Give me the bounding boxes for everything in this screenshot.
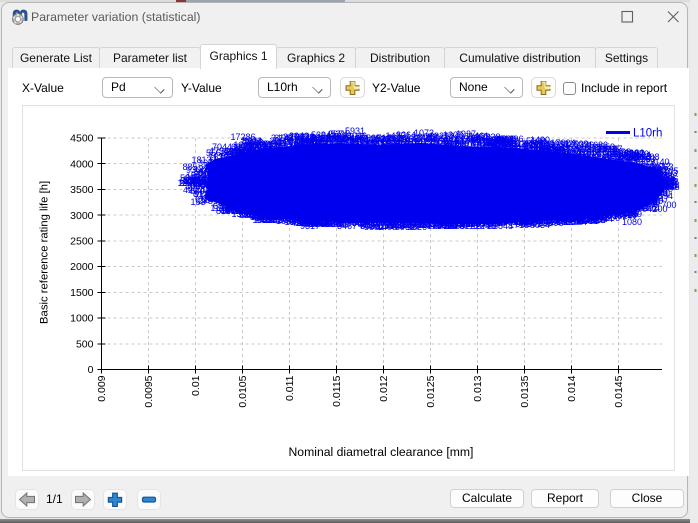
- svg-text:1764: 1764: [422, 172, 442, 182]
- svg-text:253: 253: [658, 162, 673, 172]
- svg-text:6218: 6218: [289, 209, 309, 219]
- svg-text:2100: 2100: [586, 202, 606, 212]
- svg-text:90: 90: [663, 184, 673, 194]
- svg-text:Nominal diametral clearance [m: Nominal diametral clearance [mm]: [289, 445, 474, 459]
- svg-text:0.0125: 0.0125: [425, 375, 437, 407]
- svg-text:7350: 7350: [438, 221, 458, 231]
- svg-text:9645: 9645: [482, 160, 502, 170]
- svg-text:2500: 2500: [70, 236, 94, 248]
- svg-text:1490: 1490: [530, 135, 550, 145]
- svg-text:9790: 9790: [546, 191, 566, 201]
- svg-text:0.0095: 0.0095: [143, 375, 155, 407]
- svg-text:10087: 10087: [252, 193, 277, 203]
- svg-text:0.011: 0.011: [284, 375, 296, 401]
- svg-text:0: 0: [88, 364, 94, 376]
- svg-text:0.01: 0.01: [190, 375, 202, 396]
- svg-text:2850: 2850: [292, 191, 312, 201]
- svg-text:5752: 5752: [339, 198, 359, 208]
- svg-text:700: 700: [661, 200, 676, 210]
- svg-text:8407: 8407: [615, 192, 635, 202]
- svg-text:7493: 7493: [297, 175, 317, 185]
- svg-text:3356: 3356: [384, 193, 404, 203]
- svg-text:16404: 16404: [574, 150, 599, 160]
- svg-text:2074: 2074: [600, 183, 620, 193]
- svg-text:13881: 13881: [268, 148, 293, 158]
- svg-text:0.0105: 0.0105: [237, 375, 249, 407]
- svg-text:0.0115: 0.0115: [331, 375, 343, 406]
- svg-text:5117: 5117: [484, 169, 503, 179]
- svg-text:855: 855: [491, 135, 506, 145]
- svg-text:8311: 8311: [406, 195, 425, 205]
- svg-text:4212: 4212: [250, 212, 270, 222]
- svg-text:4500: 4500: [70, 133, 94, 145]
- svg-text:8559: 8559: [587, 163, 607, 173]
- svg-text:2802: 2802: [452, 164, 472, 174]
- svg-text:4343: 4343: [625, 180, 645, 190]
- svg-text:9129: 9129: [198, 170, 218, 180]
- svg-text:1500: 1500: [70, 287, 94, 299]
- svg-text:7550: 7550: [512, 195, 532, 205]
- svg-text:17286: 17286: [230, 132, 255, 142]
- svg-text:Basic reference rating life [h: Basic reference rating life [h]: [39, 181, 51, 324]
- svg-text:3848: 3848: [396, 184, 416, 194]
- svg-text:14613: 14613: [237, 145, 262, 155]
- svg-text:8840: 8840: [216, 206, 236, 216]
- svg-text:2634: 2634: [361, 219, 381, 229]
- svg-text:3668: 3668: [373, 204, 393, 214]
- svg-text:53: 53: [665, 172, 675, 182]
- svg-text:1073: 1073: [414, 128, 434, 138]
- svg-text:0.0145: 0.0145: [613, 375, 625, 407]
- svg-text:3000: 3000: [70, 210, 94, 222]
- svg-text:1937: 1937: [456, 129, 476, 139]
- svg-text:5931: 5931: [345, 126, 365, 136]
- svg-text:7362: 7362: [234, 174, 254, 184]
- svg-text:11234: 11234: [492, 149, 516, 159]
- svg-text:5138: 5138: [456, 177, 476, 187]
- svg-text:9317: 9317: [300, 221, 320, 231]
- svg-text:18747: 18747: [546, 175, 571, 185]
- svg-text:3952: 3952: [395, 222, 415, 232]
- svg-text:7044: 7044: [212, 142, 232, 152]
- svg-text:14553: 14553: [466, 189, 491, 199]
- svg-text:0.012: 0.012: [378, 375, 390, 401]
- svg-text:7368: 7368: [259, 169, 279, 179]
- svg-text:153: 153: [190, 197, 205, 207]
- svg-text:1000: 1000: [70, 313, 94, 325]
- svg-text:1686: 1686: [588, 140, 608, 150]
- svg-text:7435: 7435: [600, 151, 620, 161]
- svg-text:4000: 4000: [70, 158, 94, 170]
- svg-text:3584: 3584: [381, 170, 401, 180]
- svg-text:253: 253: [640, 154, 655, 164]
- svg-text:489: 489: [315, 179, 330, 189]
- svg-text:14545: 14545: [507, 172, 532, 182]
- svg-text:889: 889: [464, 205, 479, 215]
- svg-text:885: 885: [182, 162, 197, 172]
- svg-text:6258: 6258: [589, 212, 609, 222]
- svg-text:19898: 19898: [538, 218, 563, 228]
- svg-text:2246: 2246: [475, 221, 495, 231]
- svg-text:13007: 13007: [627, 166, 652, 176]
- svg-text:3261: 3261: [561, 205, 581, 215]
- svg-text:0.009: 0.009: [96, 375, 108, 401]
- svg-text:7784: 7784: [395, 209, 415, 219]
- svg-text:L10rh: L10rh: [633, 128, 662, 140]
- svg-text:832: 832: [542, 147, 557, 157]
- svg-text:0.014: 0.014: [566, 375, 578, 401]
- svg-text:5590: 5590: [320, 202, 340, 212]
- svg-text:1447: 1447: [381, 158, 401, 168]
- svg-text:5394: 5394: [311, 130, 331, 140]
- svg-text:0.0135: 0.0135: [519, 375, 531, 407]
- svg-text:2000: 2000: [70, 261, 94, 273]
- svg-text:19976: 19976: [352, 187, 377, 197]
- svg-text:12412: 12412: [394, 147, 419, 157]
- svg-text:3500: 3500: [70, 184, 94, 196]
- svg-text:1080: 1080: [622, 217, 642, 227]
- svg-text:0.013: 0.013: [472, 375, 484, 401]
- svg-text:500: 500: [76, 339, 94, 351]
